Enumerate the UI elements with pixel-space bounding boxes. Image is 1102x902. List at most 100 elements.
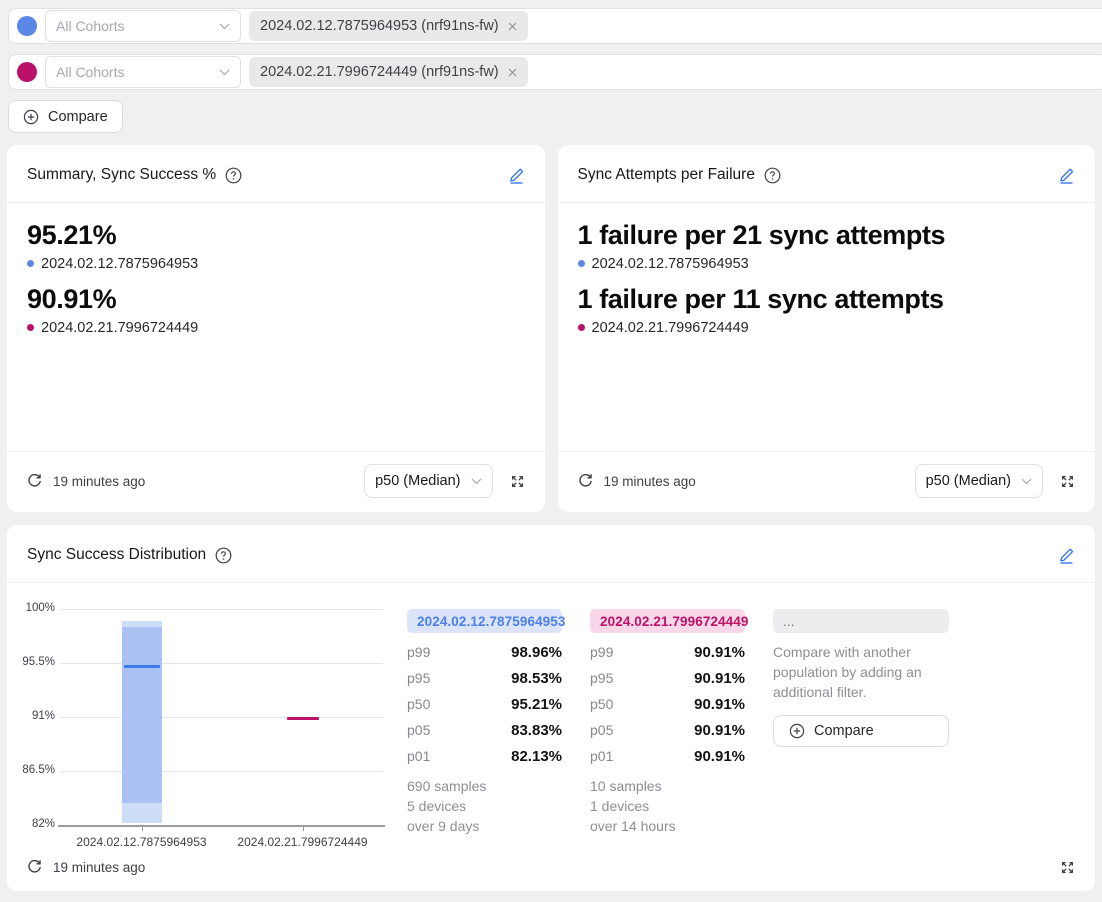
stat-label: p95 [590,670,613,686]
meta-line: 10 samples [590,776,745,796]
card-title: Sync Success Distribution [27,546,206,564]
updated-text: 19 minutes ago [53,474,145,489]
cohort-chip-label: 2024.02.21.7996724449 (nrf91ns-fw) [260,64,499,80]
help-icon[interactable] [215,547,232,564]
chevron-down-icon [219,23,230,30]
stat-row: p9598.53% [407,665,562,691]
stat-label: p50 [590,696,613,712]
edit-icon[interactable] [1058,167,1075,184]
stat-row: p9990.91% [590,639,745,665]
stat-column-cohort-b: 2024.02.21.7996724449 p9990.91% p95 90.91%… [590,609,745,836]
y-tick-label: 91% [15,710,55,722]
help-icon[interactable] [764,167,781,184]
expand-icon[interactable] [1060,474,1075,489]
cohort-select-b[interactable]: All Cohorts [45,56,241,88]
stat-label: p50 [407,696,430,712]
more-badge: ... [773,609,949,633]
meta-line: 5 devices [407,796,562,816]
stat-value: 83.83% [511,722,562,739]
stat-value: 90.91% [694,722,745,739]
stat-value: 90.91% [694,696,745,713]
cohort-filter-row-b: All Cohorts 2024.02.21.7996724449 (nrf91… [8,54,1102,90]
card-header: Summary, Sync Success % [7,145,545,203]
percentile-select-value: p50 (Median) [926,473,1011,489]
sync-attempts-card: Sync Attempts per Failure 1 failure per … [558,145,1096,512]
meta-line: over 14 hours [590,816,745,836]
chip-close-icon[interactable] [508,68,517,77]
median-line [124,665,160,668]
stat-row: p0583.83% [407,717,562,743]
stat-row: p0182.13% [407,743,562,769]
cohort-badge: 2024.02.12.7875964953 [407,609,562,633]
stat-value: 98.96% [511,644,562,661]
edit-icon[interactable] [508,167,525,184]
compare-button[interactable]: Compare [8,100,123,133]
metric-value: 90.91% [27,283,525,317]
chart-plot-area: 100%95.5%91%86.5%82%2024.02.12.787596495… [61,609,383,825]
expand-icon[interactable] [510,474,525,489]
distribution-body: 100%95.5%91%86.5%82%2024.02.12.787596495… [7,583,1095,836]
stat-value: 82.13% [511,748,562,765]
y-tick-label: 95.5% [15,656,55,668]
cohort-chip-a: 2024.02.12.7875964953 (nrf91ns-fw) [249,11,528,41]
plus-circle-icon [789,723,805,739]
stat-label: p99 [407,644,430,660]
edit-icon[interactable] [1058,547,1075,564]
cohort-select-a[interactable]: All Cohorts [45,10,241,42]
median-line [287,717,319,720]
refresh-icon[interactable] [27,860,42,875]
stat-value: 95.21% [511,696,562,713]
percentile-select[interactable]: p50 (Median) [915,464,1043,498]
percentile-select[interactable]: p50 (Median) [364,464,492,498]
cohort-dot [578,260,585,267]
refresh-icon[interactable] [27,474,42,489]
stat-row: p50 90.91% [590,691,745,717]
y-tick-label: 86.5% [15,764,55,776]
cohort-label: 2024.02.12.7875964953 [41,256,198,272]
summary-sync-success-card: Summary, Sync Success % 95.21% 2024.02.1… [7,145,545,512]
percentile-stats: 2024.02.12.7875964953 p9998.96%p9598.53%… [407,609,949,836]
cohort-label-row: 2024.02.21.7996724449 [578,320,1076,336]
cohort-filter-row-a: All Cohorts 2024.02.12.7875964953 (nrf91… [8,8,1102,44]
metric-value: 95.21% [27,219,525,253]
compare-column: ... Compare with another population by a… [773,609,949,836]
percentile-select-value: p50 (Median) [375,473,460,489]
gridline [61,771,383,772]
y-tick-label: 82% [15,818,55,830]
metric-value: 1 failure per 11 sync attempts [578,283,1076,317]
gridline [61,717,383,718]
compare-button-label: Compare [48,109,108,125]
metric-value: 1 failure per 21 sync attempts [578,219,1076,253]
cohort-chip-label: 2024.02.12.7875964953 (nrf91ns-fw) [260,18,499,34]
cohort-label-row: 2024.02.21.7996724449 [27,320,525,336]
chevron-down-icon [471,478,482,485]
distribution-chart: 100%95.5%91%86.5%82%2024.02.12.787596495… [15,609,383,836]
cohort-color-dot-b [17,62,37,82]
stat-row: p0590.91% [590,717,745,743]
meta-line: 1 devices [590,796,745,816]
stat-label: p01 [590,748,613,764]
compare-button-secondary[interactable]: Compare [773,715,949,747]
compare-description: Compare with another population by addin… [773,642,949,702]
cohort-badge: 2024.02.21.7996724449 [590,609,745,633]
sample-meta: 10 samples1 devicesover 14 hours [590,776,745,836]
card-footer: 19 minutes ago p50 (Median) [7,451,545,512]
stat-value: 98.53% [511,670,562,687]
chip-close-icon[interactable] [508,22,517,31]
help-icon[interactable] [225,167,242,184]
distribution-card: Sync Success Distribution 100%95.5%91%86… [7,525,1095,891]
card-body: 95.21% 2024.02.12.7875964953 90.91% 2024… [7,203,545,451]
x-axis-tick [142,826,143,831]
plus-circle-icon [23,109,39,125]
stat-row: p99 98.96% [407,639,562,665]
updated-text: 19 minutes ago [604,474,696,489]
cohort-chip-b: 2024.02.21.7996724449 (nrf91ns-fw) [249,57,528,87]
refresh-icon[interactable] [578,474,593,489]
summary-cards-grid: Summary, Sync Success % 95.21% 2024.02.1… [0,133,1102,512]
meta-line: over 9 days [407,816,562,836]
chevron-down-icon [1021,478,1032,485]
expand-icon[interactable] [1060,860,1075,875]
percentile-rows: p99 98.96% p9598.53% p50 95.21% p0583.83%p018… [407,639,562,769]
chevron-down-icon [219,69,230,76]
card-header: Sync Success Distribution [7,525,1095,583]
